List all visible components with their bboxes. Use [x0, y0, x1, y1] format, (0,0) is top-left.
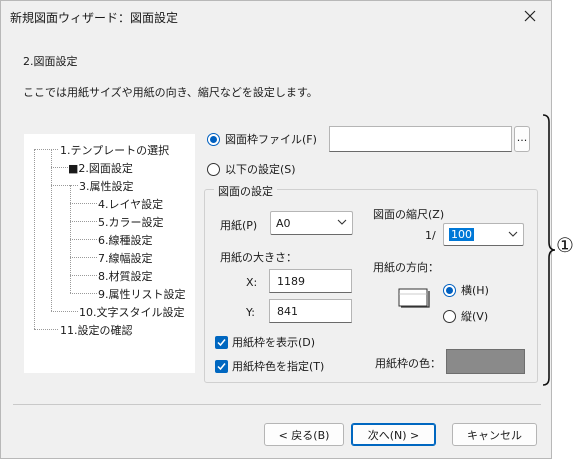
- chevron-down-icon: [508, 231, 518, 237]
- drawing-settings-group-title: 図面の設定: [214, 183, 277, 199]
- step-description: ここでは用紙サイズや用紙の向き、縮尺などを設定します。: [23, 86, 318, 99]
- show-frame-checkbox[interactable]: 用紙枠を表示(D): [215, 334, 315, 350]
- back-button[interactable]: < 戻る(B): [264, 423, 344, 446]
- radio-indicator: [443, 309, 456, 323]
- landscape-radio-label: 横(H): [461, 284, 489, 297]
- frame-file-path-input[interactable]: [329, 126, 512, 152]
- tree-item-linetype-settings[interactable]: 6.線種設定: [98, 232, 153, 248]
- tree-item-layer-settings[interactable]: 4.レイヤ設定: [98, 196, 163, 212]
- manual-settings-radio-label: 以下の設定(S): [225, 163, 296, 176]
- scale-prefix: 1/: [425, 229, 436, 242]
- tree-item-material-settings[interactable]: 8.材質設定: [98, 268, 153, 284]
- wizard-steps-tree: 1.テンプレートの選択 ■2.図面設定 3.属性設定 4.レイヤ設定 5.カラー…: [24, 134, 195, 373]
- radio-indicator: [207, 132, 220, 146]
- landscape-radio[interactable]: 横(H): [443, 282, 489, 298]
- tree-item-template[interactable]: 1.テンプレートの選択: [60, 142, 169, 158]
- show-frame-checkbox-label: 用紙枠を表示(D): [232, 336, 316, 349]
- radio-indicator: [443, 283, 456, 297]
- paper-height-input[interactable]: 841: [269, 299, 352, 323]
- new-drawing-wizard-dialog: 新規図面ウィザード：図面設定 2.図面設定 ここでは用紙サイズや用紙の向き、縮尺…: [0, 0, 552, 459]
- annotation-bracket: [542, 114, 556, 386]
- tree-item-text-style-settings[interactable]: 10.文字スタイル設定: [79, 304, 185, 320]
- portrait-radio[interactable]: 縦(V): [443, 308, 488, 324]
- next-button[interactable]: 次へ(N) >: [351, 423, 436, 446]
- y-label: Y:: [246, 306, 255, 319]
- frame-color-checkbox-label: 用紙枠色を指定(T): [232, 360, 325, 373]
- frame-color-swatch[interactable]: [446, 349, 525, 374]
- paper-landscape-icon: [398, 288, 430, 308]
- tree-item-attribute-list-settings[interactable]: 9.属性リスト設定: [98, 286, 186, 302]
- paper-label: 用紙(P): [220, 219, 258, 232]
- checkbox-indicator: [215, 335, 228, 349]
- manual-settings-radio[interactable]: 以下の設定(S): [207, 161, 296, 177]
- tree-item-drawing-settings[interactable]: ■2.図面設定: [68, 160, 133, 176]
- chevron-down-icon: [337, 219, 347, 225]
- tree-item-attribute-settings[interactable]: 3.属性設定: [79, 178, 134, 194]
- frame-color-checkbox[interactable]: 用紙枠色を指定(T): [215, 358, 324, 374]
- title-bar: 新規図面ウィザード：図面設定: [1, 1, 551, 32]
- frame-color-label: 用紙枠の色：: [375, 357, 441, 370]
- paper-size-value: A0: [276, 216, 291, 230]
- checkmark-icon: [217, 362, 226, 370]
- frame-file-radio[interactable]: 図面枠ファイル(F): [207, 131, 317, 147]
- close-button[interactable]: [517, 4, 543, 28]
- scale-label: 図面の縮尺(Z): [373, 208, 445, 221]
- tree-item-color-settings[interactable]: 5.カラー設定: [98, 214, 164, 230]
- paper-width-input[interactable]: 1189: [269, 269, 352, 293]
- portrait-radio-label: 縦(V): [461, 310, 489, 323]
- checkbox-indicator: [215, 359, 228, 373]
- scale-select[interactable]: 100: [443, 223, 524, 246]
- close-icon: [524, 10, 536, 22]
- scale-value: 100: [449, 228, 474, 241]
- browse-button[interactable]: ...: [514, 126, 530, 152]
- annotation-marker: ①: [556, 233, 574, 257]
- cancel-button[interactable]: キャンセル: [452, 423, 537, 446]
- radio-indicator: [207, 162, 220, 176]
- step-heading: 2.図面設定: [23, 55, 78, 68]
- tree-item-lineweight-settings[interactable]: 7.線幅設定: [98, 250, 153, 266]
- orientation-label: 用紙の方向：: [373, 261, 439, 274]
- tree-item-confirm-settings[interactable]: 11.設定の確認: [60, 322, 133, 338]
- window-title: 新規図面ウィザード：図面設定: [10, 11, 179, 25]
- frame-file-radio-label: 図面枠ファイル(F): [225, 133, 317, 146]
- footer-separator: [13, 404, 541, 405]
- paper-size-select[interactable]: A0: [270, 211, 353, 235]
- checkmark-icon: [217, 338, 226, 346]
- x-label: X:: [246, 276, 258, 289]
- paper-size-label: 用紙の大きさ：: [220, 251, 297, 264]
